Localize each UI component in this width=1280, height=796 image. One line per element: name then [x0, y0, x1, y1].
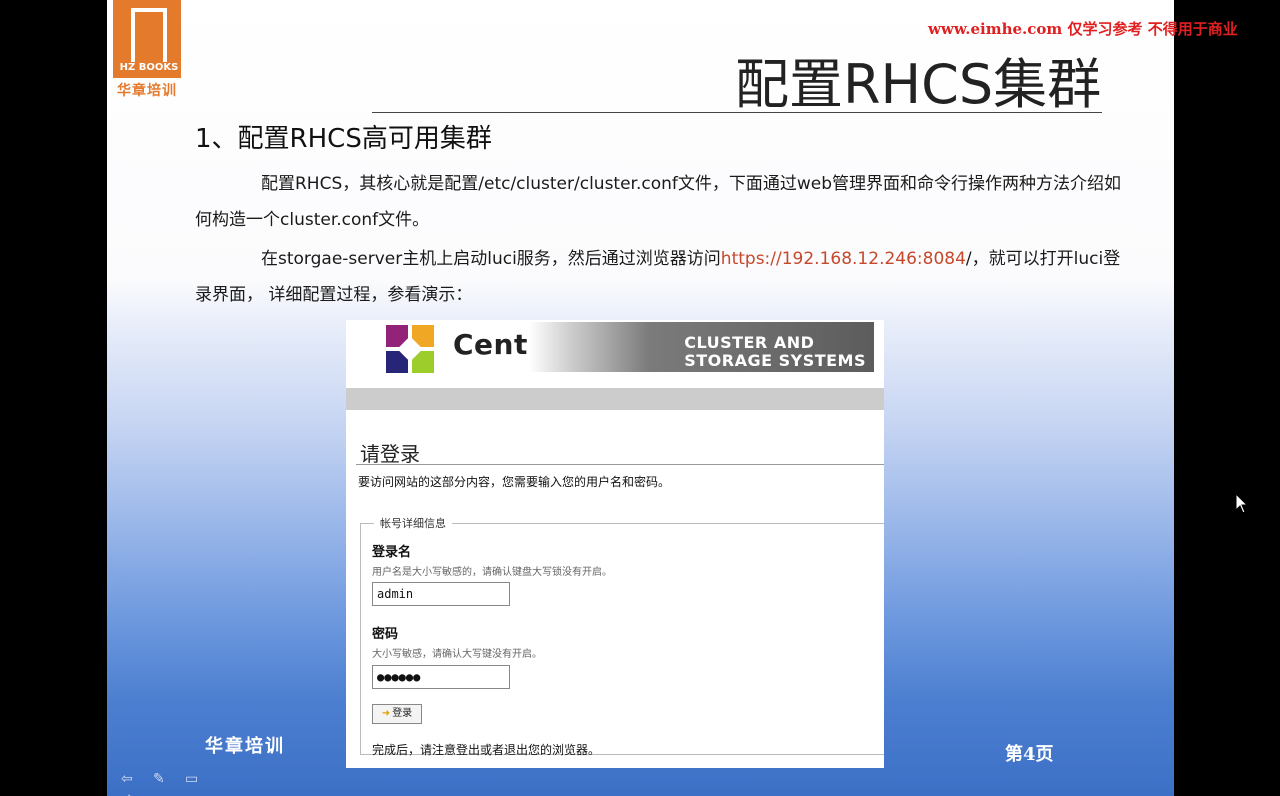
- page-number: 第4页: [1005, 744, 1054, 765]
- password-help: 大小写敏感，请确认大写键没有开启。: [372, 649, 542, 660]
- paragraph-intro-text: 配置RHCS，其核心就是配置/etc/cluster/cluster.conf文…: [195, 174, 1122, 230]
- logo-text: HZ BOOKS: [119, 62, 179, 73]
- login-button-label: 登录: [392, 708, 413, 719]
- footer-brand: 华章培训: [205, 736, 285, 757]
- hz-books-logo: HZ BOOKS 华章培训: [111, 0, 183, 99]
- logout-reminder: 完成后，请注意登出或者退出您的浏览器。: [372, 743, 601, 757]
- logo-cn-text: 华章培训: [117, 83, 177, 99]
- cluster-line2: STORAGE SYSTEMS: [684, 351, 866, 370]
- section-heading: 1、配置RHCS高可用集群: [195, 124, 492, 154]
- login-button[interactable]: ➜ 登录: [372, 704, 422, 724]
- password-label: 密码: [372, 627, 399, 642]
- mouse-cursor-icon: [1235, 493, 1249, 514]
- pen-icon[interactable]: ✎: [153, 772, 169, 786]
- title-divider: [372, 112, 1102, 113]
- login-title: 请登录: [360, 442, 420, 466]
- username-input[interactable]: admin: [372, 582, 510, 606]
- paragraph-luci-text-a: 在storgae-server主机上启动luci服务，然后通过浏览器访问: [261, 249, 721, 269]
- username-label: 登录名: [372, 545, 412, 560]
- paragraph-intro: 配置RHCS，其核心就是配置/etc/cluster/cluster.conf文…: [195, 166, 1135, 238]
- cluster-storage-banner: CLUSTER AND STORAGE SYSTEMS: [529, 322, 874, 372]
- account-legend: 帐号详细信息: [374, 515, 452, 531]
- presentation-slide: HZ BOOKS 华章培训 配置RHCS集群 1、配置RHCS高可用集群 配置R…: [107, 0, 1174, 796]
- door-icon: [131, 8, 167, 62]
- login-divider: [356, 464, 884, 465]
- arrow-icon: ➜: [381, 708, 391, 719]
- login-description: 要访问网站的这部分内容，您需要输入您的用户名和密码。: [358, 475, 671, 489]
- next-arrow-icon[interactable]: ⇨: [121, 791, 137, 796]
- username-help: 用户名是大小写敏感的，请确认键盘大写锁没有开启。: [372, 567, 612, 578]
- paragraph-luci: 在storgae-server主机上启动luci服务，然后通过浏览器访问http…: [195, 241, 1135, 313]
- slide-nav-toolbar: ⇦ ✎ ▭ ⇨: [121, 768, 241, 796]
- luci-url-link[interactable]: https://192.168.12.246:8084: [721, 249, 966, 269]
- centos-banner: CentOS CLUSTER AND STORAGE SYSTEMS: [346, 320, 884, 382]
- prev-arrow-icon[interactable]: ⇦: [121, 772, 137, 786]
- centos-logo-icon: [384, 323, 436, 375]
- watermark-text: www.eimhe.com 仅学习参考 不得用于商业: [928, 20, 1238, 38]
- logo-box: HZ BOOKS: [113, 0, 181, 78]
- cluster-line1: CLUSTER AND: [684, 333, 815, 352]
- cluster-banner-text: CLUSTER AND STORAGE SYSTEMS: [684, 334, 866, 370]
- screen-icon[interactable]: ▭: [185, 772, 201, 786]
- account-fieldset: [360, 523, 884, 755]
- slide-title: 配置RHCS集群: [735, 53, 1102, 116]
- nav-bar: [346, 388, 884, 410]
- password-input[interactable]: ●●●●●●: [372, 665, 510, 689]
- luci-login-screenshot: CentOS CLUSTER AND STORAGE SYSTEMS 请登录 要…: [346, 320, 884, 768]
